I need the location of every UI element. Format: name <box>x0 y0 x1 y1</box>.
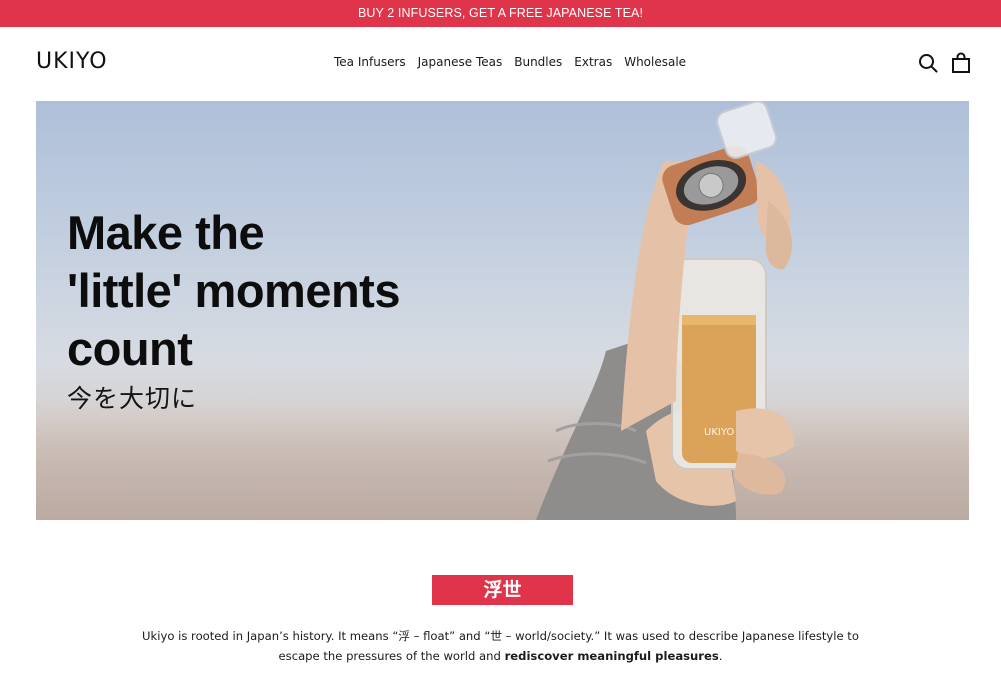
about-text-bold: rediscover meaningful pleasures <box>504 649 719 663</box>
bottle-label: UKIYO <box>704 427 734 438</box>
nav-item-tea-infusers[interactable]: Tea Infusers <box>334 55 406 69</box>
nav-item-japanese-teas[interactable]: Japanese Teas <box>418 55 503 69</box>
hero-banner: UKIYO Make the 'little' moments count 今を… <box>36 101 969 520</box>
hero-title-line-1: Make the <box>67 206 265 259</box>
cart-icon[interactable] <box>950 52 972 74</box>
site-header: UKIYO Tea Infusers Japanese Teas Bundles… <box>0 27 1001 101</box>
nav-item-bundles[interactable]: Bundles <box>514 55 562 69</box>
main-nav: Tea Infusers Japanese Teas Bundles Extra… <box>334 55 686 69</box>
announcement-text: BUY 2 INFUSERS, GET A FREE JAPANESE TEA! <box>357 6 644 20</box>
ukiyo-kanji-badge: 浮世 <box>432 575 573 605</box>
nav-item-wholesale[interactable]: Wholesale <box>624 55 686 69</box>
announcement-bar[interactable]: BUY 2 INFUSERS, GET A FREE JAPANESE TEA! <box>0 0 1001 27</box>
hero-subtitle: 今を大切に <box>67 384 198 413</box>
about-text: Ukiyo is rooted in Japan’s history. It m… <box>120 626 881 666</box>
about-text-end: . <box>718 649 723 663</box>
nav-item-extras[interactable]: Extras <box>574 55 612 69</box>
hero-title-line-2: 'little' moments <box>67 264 400 317</box>
about-text-main: Ukiyo is rooted in Japan’s history. It m… <box>142 629 859 663</box>
hero-title-line-3: count <box>67 322 193 375</box>
search-icon[interactable] <box>917 52 939 74</box>
logo[interactable]: UKIYO <box>36 49 108 74</box>
hero-title: Make the 'little' moments count <box>67 204 487 378</box>
